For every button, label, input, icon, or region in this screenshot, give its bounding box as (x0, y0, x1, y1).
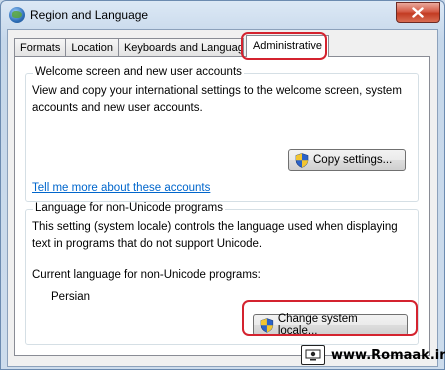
tab-keyboards-and-languages[interactable]: Keyboards and Languages (117, 38, 244, 57)
watermark: www.Romaak.ir (301, 345, 445, 365)
region-language-window: Region and Language Formats Location Key… (0, 0, 445, 370)
current-language-value: Persian (51, 291, 90, 303)
globe-icon (9, 7, 25, 23)
window-title: Region and Language (30, 8, 149, 22)
tab-location[interactable]: Location (65, 38, 119, 57)
non-unicode-group-title: Language for non-Unicode programs (33, 202, 225, 214)
watermark-text: www.Romaak.ir (331, 347, 445, 363)
tab-highlight-annotation (241, 32, 327, 60)
welcome-screen-group: Welcome screen and new user accounts Vie… (25, 66, 419, 202)
copy-settings-button[interactable]: Copy settings... (288, 149, 406, 171)
romaak-logo-icon (301, 345, 325, 365)
welcome-description: View and copy your international setting… (32, 85, 402, 114)
tell-me-more-link[interactable]: Tell me more about these accounts (32, 180, 210, 197)
copy-settings-label: Copy settings... (313, 154, 393, 166)
button-highlight-annotation (242, 300, 418, 336)
current-language-label: Current language for non-Unicode program… (32, 269, 261, 281)
uac-shield-icon (295, 152, 309, 168)
title-bar[interactable]: Region and Language (1, 1, 444, 29)
close-button[interactable] (396, 2, 440, 23)
welcome-group-title: Welcome screen and new user accounts (33, 66, 244, 78)
tab-formats[interactable]: Formats (14, 38, 67, 57)
close-icon (412, 7, 424, 18)
non-unicode-description: This setting (system locale) controls th… (32, 221, 398, 250)
dialog-body: Formats Location Keyboards and Languages… (7, 29, 438, 367)
